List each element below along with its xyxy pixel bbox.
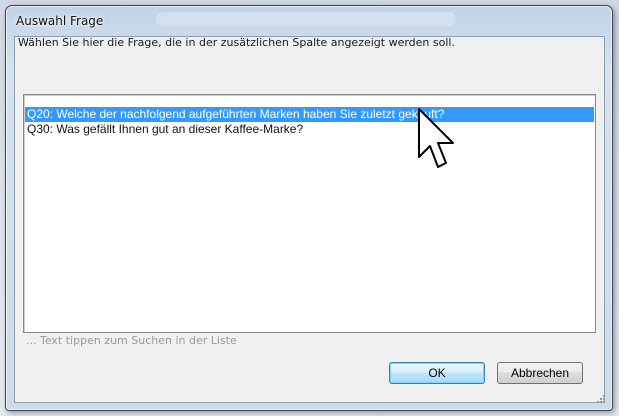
list-item-q20[interactable]: Q20: Welche der nachfolgend aufgeführten…: [25, 107, 594, 122]
title-bar[interactable]: Auswahl Frage: [6, 6, 612, 38]
question-listbox[interactable]: Q20: Welche der nachfolgend aufgeführten…: [23, 94, 596, 333]
title-bar-glass: [156, 12, 456, 26]
ok-button[interactable]: OK: [389, 362, 485, 384]
resize-grip-icon[interactable]: [596, 394, 606, 404]
search-hint: ... Text tippen zum Suchen in der Liste: [26, 334, 237, 347]
window-title: Auswahl Frage: [16, 14, 104, 28]
instruction-text: Wählen Sie hier die Frage, die in der zu…: [18, 36, 455, 49]
cancel-button[interactable]: Abbrechen: [497, 362, 583, 384]
list-item-q30[interactable]: Q30: Was gefällt Ihnen gut an dieser Kaf…: [25, 122, 594, 137]
